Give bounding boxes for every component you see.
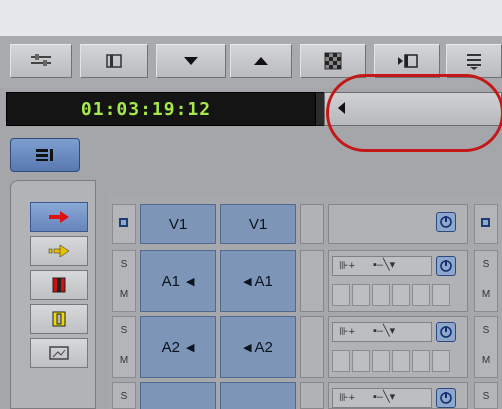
a2-fx-bar[interactable]: ⊪+ ▪–╲▾ bbox=[332, 322, 432, 342]
right-a1-mute-label[interactable]: M bbox=[474, 289, 498, 300]
a1-fx-bar[interactable]: ⊪+ ▪–╲▾ bbox=[332, 256, 432, 276]
a3-fx-bar[interactable]: ⊪+ ▪–╲▾ bbox=[332, 388, 432, 408]
track-selector-icon bbox=[36, 149, 53, 161]
record-track-v1[interactable]: V1 bbox=[220, 204, 296, 244]
a3-solo-label[interactable]: S bbox=[112, 391, 136, 402]
splice-arrow-icon bbox=[48, 244, 70, 258]
overwrite-arrow-icon bbox=[49, 211, 69, 223]
insert-clip-icon bbox=[398, 54, 418, 68]
right-a2-solo-mute-cell: S M bbox=[474, 316, 498, 378]
a2-mute-label[interactable]: M bbox=[112, 355, 136, 366]
menu-button[interactable] bbox=[446, 44, 502, 78]
spacer-cell bbox=[300, 382, 324, 409]
right-lock-cell[interactable] bbox=[474, 204, 498, 244]
a1-solo-mute-cell: S M bbox=[112, 250, 136, 312]
record-track-a3[interactable] bbox=[220, 382, 296, 409]
keyframe-icon: ▪–╲▾ bbox=[373, 325, 396, 337]
menu-icon bbox=[467, 54, 481, 70]
clip-icon bbox=[106, 54, 122, 68]
video-lock-cell[interactable] bbox=[112, 204, 136, 244]
spacer-cell bbox=[300, 316, 324, 378]
right-a1-solo-label[interactable]: S bbox=[474, 259, 498, 270]
clip-button[interactable] bbox=[80, 44, 148, 78]
right-a1-solo-mute-cell: S M bbox=[474, 250, 498, 312]
spacer-cell bbox=[300, 250, 324, 312]
speaker-icon: ◀ bbox=[185, 275, 195, 288]
extract-icon bbox=[52, 311, 66, 327]
lift-icon bbox=[52, 277, 66, 293]
right-a2-mute-label[interactable]: M bbox=[474, 355, 498, 366]
record-track-a2-label: A2 bbox=[254, 338, 273, 356]
right-a3-solo-mute-cell: S bbox=[474, 382, 498, 409]
highlight-annotation bbox=[326, 74, 502, 152]
a2-effect-slots[interactable] bbox=[332, 350, 450, 372]
right-a3-solo-label[interactable]: S bbox=[474, 391, 498, 402]
source-track-a3[interactable] bbox=[140, 382, 216, 409]
record-track-a1[interactable]: ◀ A1 bbox=[220, 250, 296, 312]
a1-solo-label[interactable]: S bbox=[112, 259, 136, 270]
speaker-icon: ◀ bbox=[243, 275, 252, 288]
lift-button[interactable] bbox=[30, 270, 88, 300]
a2-solo-label[interactable]: S bbox=[112, 325, 136, 336]
down-arrow-icon bbox=[184, 57, 198, 65]
a3-solo-mute-cell: S bbox=[112, 382, 136, 409]
insert-clip-button[interactable] bbox=[374, 44, 440, 78]
step-down-button[interactable] bbox=[156, 44, 226, 78]
step-up-button[interactable] bbox=[230, 44, 292, 78]
timecode-display[interactable]: 01:03:19:12 bbox=[6, 92, 316, 126]
video-lock-icon bbox=[119, 218, 128, 227]
title-strip bbox=[0, 0, 502, 36]
speaker-icon: ◀ bbox=[243, 341, 252, 354]
record-track-a2[interactable]: ◀ A2 bbox=[220, 316, 296, 378]
power-icon bbox=[440, 260, 452, 272]
source-track-a2[interactable]: A2 ◀ bbox=[140, 316, 216, 378]
right-a2-solo-label[interactable]: S bbox=[474, 325, 498, 336]
a3-monitor-button[interactable] bbox=[436, 388, 456, 408]
speaker-icon: ◀ bbox=[185, 341, 195, 354]
power-icon bbox=[440, 216, 452, 228]
a1-effect-slots[interactable] bbox=[332, 284, 450, 306]
grid-button[interactable] bbox=[300, 44, 366, 78]
source-track-a2-label: A2 bbox=[161, 338, 180, 356]
power-icon bbox=[440, 326, 452, 338]
spacer-cell bbox=[300, 204, 324, 244]
snapshot-button[interactable] bbox=[30, 338, 88, 368]
keyframe-icon: ▪–╲▾ bbox=[373, 259, 396, 271]
record-track-v1-label: V1 bbox=[248, 215, 268, 233]
snapshot-icon bbox=[49, 346, 69, 360]
source-track-v1[interactable]: V1 bbox=[140, 204, 216, 244]
keyframe-icon: ▪–╲▾ bbox=[373, 391, 396, 403]
waveform-icon: ⊪+ bbox=[339, 260, 356, 272]
extract-button[interactable] bbox=[30, 304, 88, 334]
a2-solo-mute-cell: S M bbox=[112, 316, 136, 378]
track-selector-button[interactable] bbox=[10, 138, 80, 172]
waveform-icon: ⊪+ bbox=[339, 326, 356, 338]
overwrite-button[interactable] bbox=[30, 202, 88, 232]
timecode-value: 01:03:19:12 bbox=[80, 98, 212, 120]
waveform-icon: ⊪+ bbox=[339, 392, 356, 404]
power-icon bbox=[440, 392, 452, 404]
source-track-v1-label: V1 bbox=[168, 215, 188, 233]
video-monitor-button[interactable] bbox=[436, 212, 456, 232]
mixer-button[interactable] bbox=[10, 44, 72, 78]
a1-mute-label[interactable]: M bbox=[112, 289, 136, 300]
source-track-a1[interactable]: A1 ◀ bbox=[140, 250, 216, 312]
a2-monitor-button[interactable] bbox=[436, 322, 456, 342]
mixer-icon bbox=[31, 54, 51, 66]
up-arrow-icon bbox=[254, 57, 268, 65]
a1-monitor-button[interactable] bbox=[436, 256, 456, 276]
splice-button[interactable] bbox=[30, 236, 88, 266]
source-track-a1-label: A1 bbox=[161, 272, 180, 290]
grid-icon bbox=[324, 52, 342, 70]
lock-icon bbox=[481, 218, 490, 227]
record-track-a1-label: A1 bbox=[254, 272, 273, 290]
